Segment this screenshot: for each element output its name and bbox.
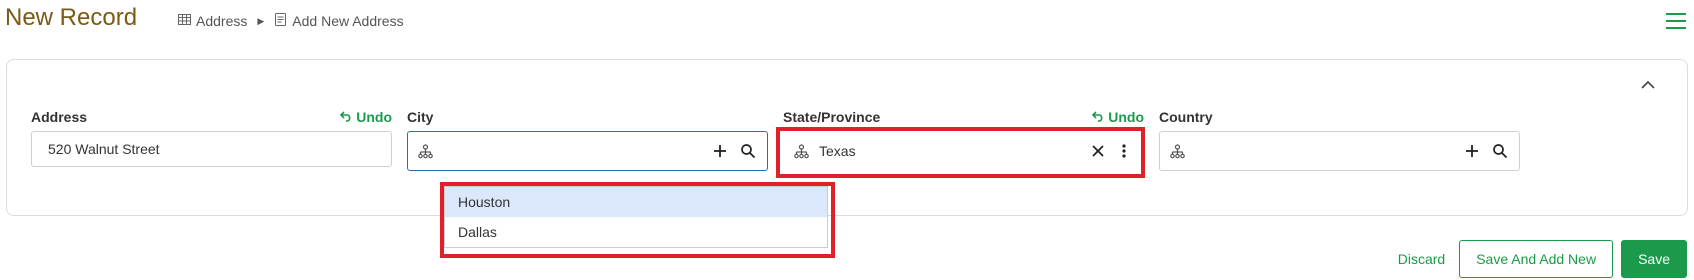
address-undo-button[interactable]: Undo [340,109,392,125]
country-field: Country [1159,109,1520,171]
plus-icon[interactable] [1463,142,1481,160]
address-input[interactable]: 520 Walnut Street [31,131,392,167]
form-card: Address Undo 520 Walnut Street City Stat… [6,59,1688,216]
hamburger-menu-icon[interactable] [1664,11,1688,31]
state-undo-button[interactable]: Undo [1092,109,1144,125]
undo-label: Undo [356,109,392,125]
page-title: New Record [5,4,138,31]
search-icon[interactable] [739,142,757,160]
form-icon [274,13,287,29]
address-value: 520 Walnut Street [48,141,160,157]
hierarchy-icon [794,143,809,159]
form-footer: Discard Save And Add New Save [1392,240,1687,278]
more-vertical-icon[interactable] [1115,142,1133,160]
hierarchy-icon [1170,143,1185,159]
city-dropdown: Houston Dallas [444,186,828,248]
city-field: City [407,109,768,171]
address-label: Address [31,109,88,125]
state-field: State/Province Undo Texas [783,109,1144,171]
search-icon[interactable] [1491,142,1509,160]
save-and-add-new-button[interactable]: Save And Add New [1459,240,1614,278]
hierarchy-icon [418,143,433,159]
table-icon [178,13,191,29]
city-input[interactable] [407,131,768,171]
plus-icon[interactable] [711,142,729,160]
chevron-up-icon[interactable] [1639,78,1657,92]
breadcrumb-item-add-new-address[interactable]: Add New Address [274,13,404,29]
undo-icon [1092,109,1105,125]
discard-button[interactable]: Discard [1392,251,1451,267]
dropdown-option-dallas[interactable]: Dallas [445,217,827,247]
city-label: City [407,109,434,125]
address-field: Address Undo 520 Walnut Street [31,109,392,167]
save-button[interactable]: Save [1621,240,1687,278]
undo-icon [340,109,353,125]
country-label: Country [1159,109,1213,125]
country-input[interactable] [1159,131,1520,171]
breadcrumb-label: Add New Address [292,13,404,29]
state-input[interactable]: Texas [783,131,1144,171]
breadcrumb-item-address[interactable]: Address [178,13,247,29]
breadcrumb-label: Address [196,13,248,29]
close-icon[interactable] [1089,142,1107,160]
state-label: State/Province [783,109,881,125]
top-bar: New Record Address ▶ Add New Address [0,0,1694,50]
chevron-right-icon: ▶ [257,15,265,26]
breadcrumb: Address ▶ Add New Address [178,13,404,29]
state-value: Texas [819,143,856,159]
dropdown-option-houston[interactable]: Houston [445,187,827,217]
undo-label: Undo [1108,109,1144,125]
